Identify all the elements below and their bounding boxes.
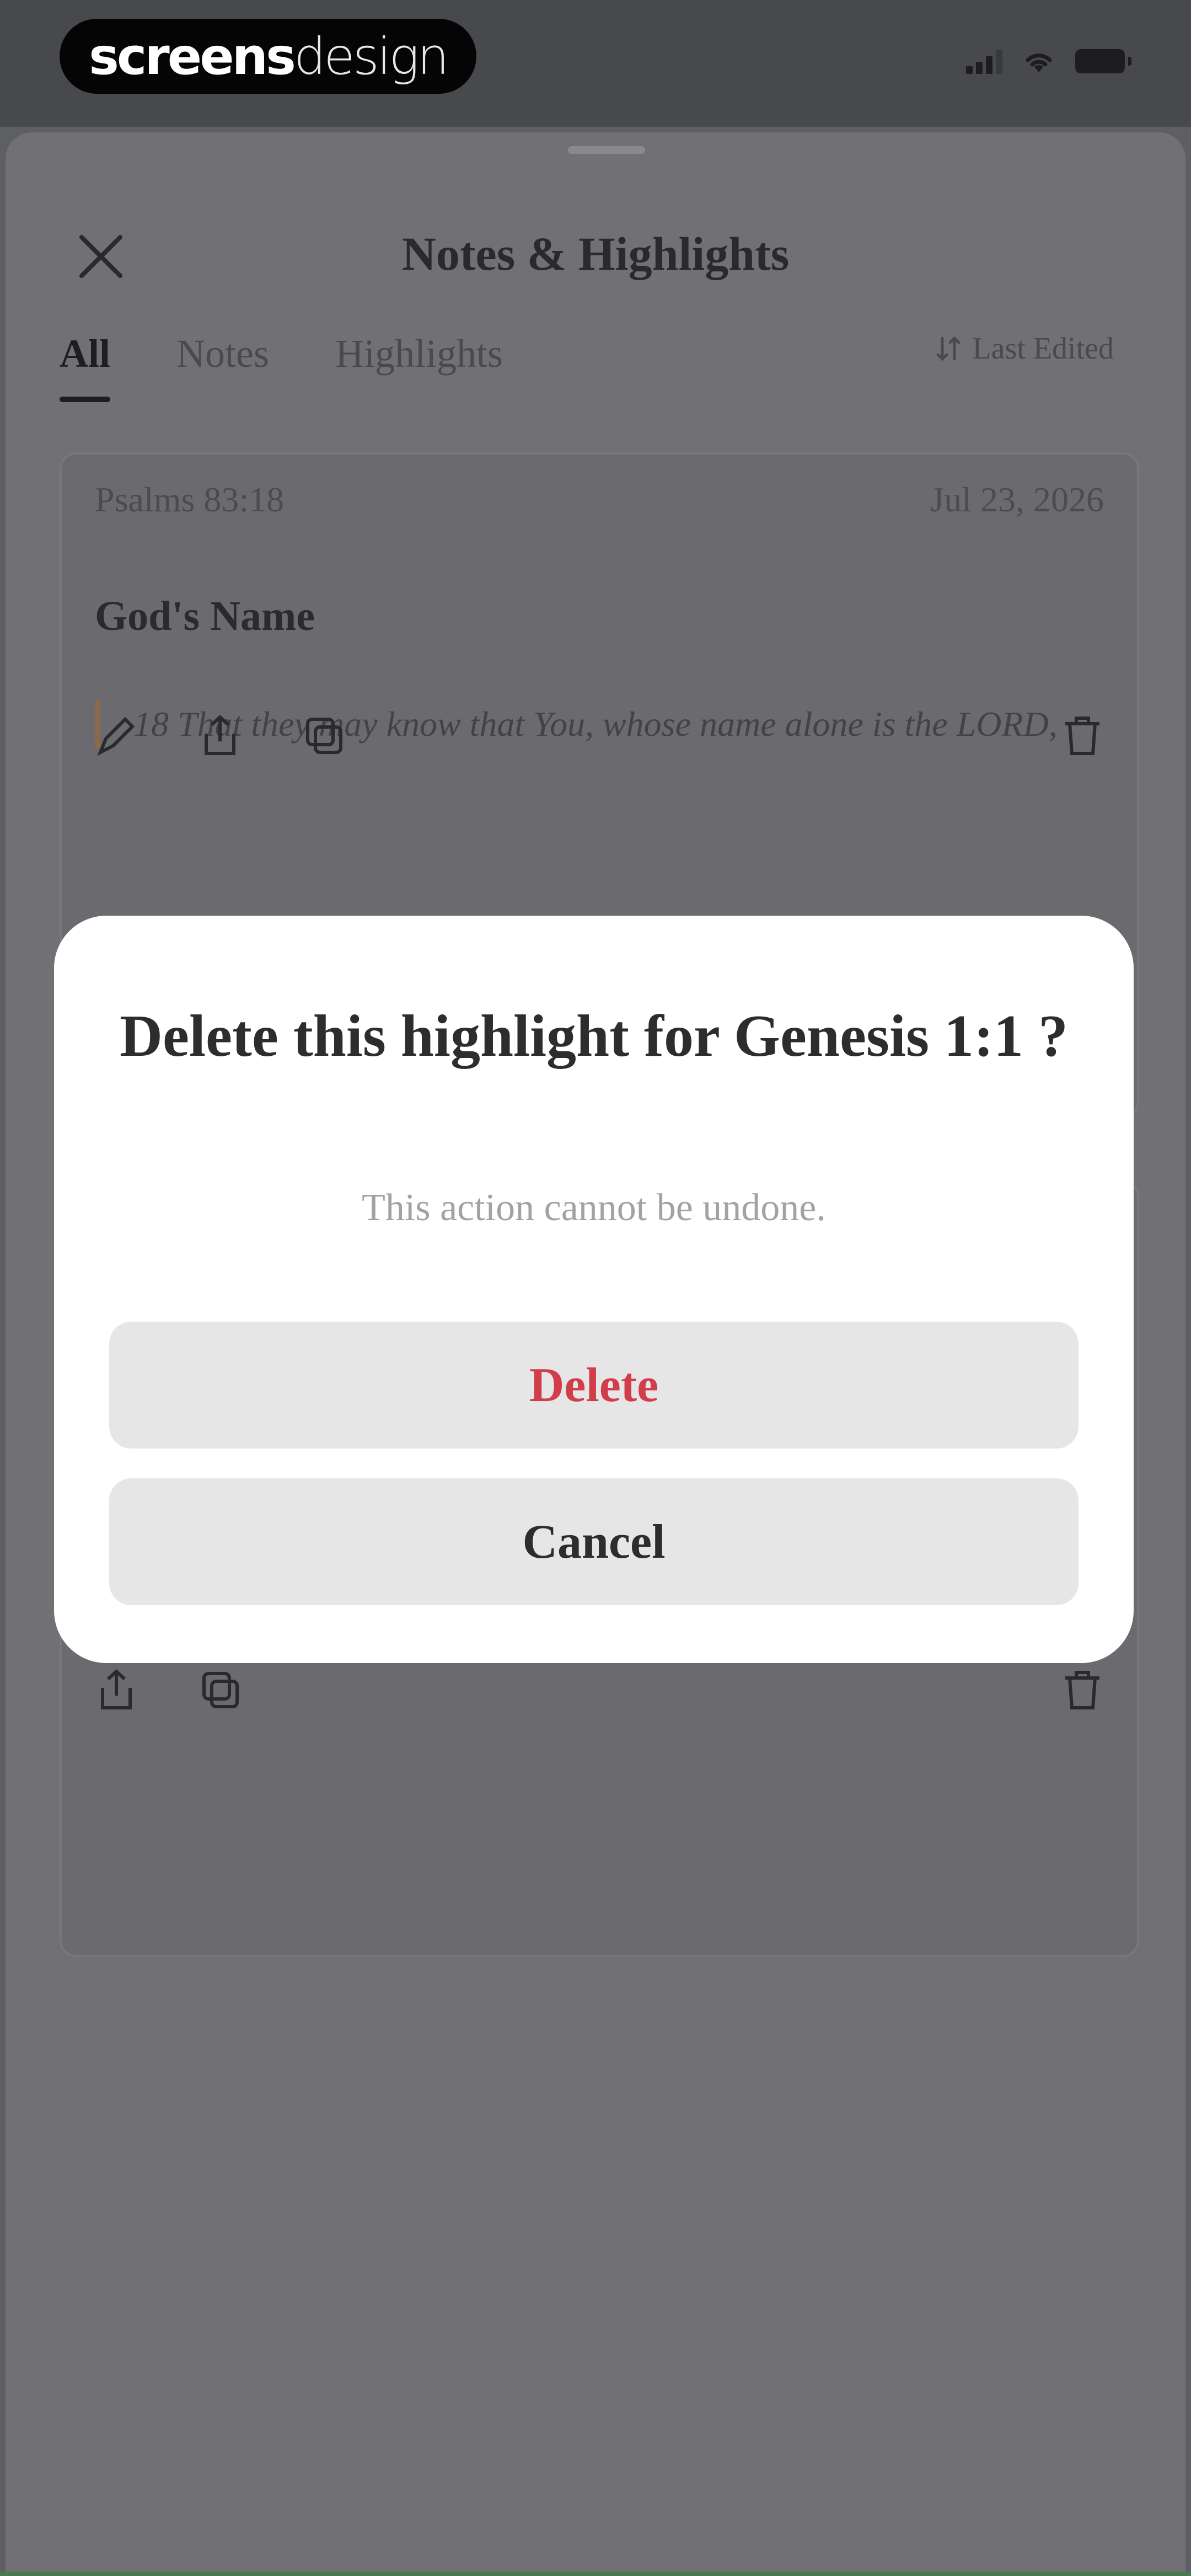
delete-confirmation-dialog: Delete this highlight for Genesis 1:1 ? … <box>54 916 1134 1663</box>
note-date: Jul 23, 2026 <box>930 480 1104 519</box>
dialog-subtitle: This action cannot be undone. <box>362 1187 826 1229</box>
sort-label: Last Edited <box>972 332 1114 366</box>
share-icon[interactable] <box>95 1668 138 1712</box>
trash-icon[interactable] <box>1061 1668 1104 1712</box>
sheet-title: Notes & Highlights <box>401 227 790 280</box>
cellular-signal-icon <box>966 49 1002 74</box>
sheet-grabber[interactable] <box>568 146 645 154</box>
logo-text-screens: screens <box>89 26 296 86</box>
logo-text-design: design <box>293 26 449 86</box>
sort-button[interactable]: Last Edited <box>935 331 1114 366</box>
tab-highlights[interactable]: Highlights <box>335 331 503 377</box>
share-icon[interactable] <box>198 714 242 758</box>
tab-notes[interactable]: Notes <box>176 331 269 377</box>
status-bar: screens design <box>0 0 1191 127</box>
filter-tabs: All Notes Highlights <box>60 331 503 402</box>
trash-icon[interactable] <box>1061 714 1104 758</box>
edit-icon[interactable] <box>95 714 138 758</box>
bottom-edge <box>0 2572 1191 2576</box>
battery-icon <box>1075 49 1131 73</box>
copy-icon[interactable] <box>198 1668 242 1712</box>
dialog-title: Delete this highlight for Genesis 1:1 ? <box>120 1003 1068 1069</box>
card-actions <box>95 1668 1104 1712</box>
delete-button[interactable]: Delete <box>109 1322 1079 1449</box>
cancel-button[interactable]: Cancel <box>109 1478 1079 1605</box>
card-actions <box>95 714 1104 758</box>
system-icons <box>966 49 1131 74</box>
wifi-icon <box>1026 54 1052 72</box>
screensdesign-logo: screens design <box>60 19 476 94</box>
verse-reference: Psalms 83:18 <box>95 480 285 519</box>
copy-icon[interactable] <box>302 714 345 758</box>
sort-icon <box>936 336 961 361</box>
note-title: God's Name <box>95 593 315 639</box>
tab-all[interactable]: All <box>60 331 111 402</box>
